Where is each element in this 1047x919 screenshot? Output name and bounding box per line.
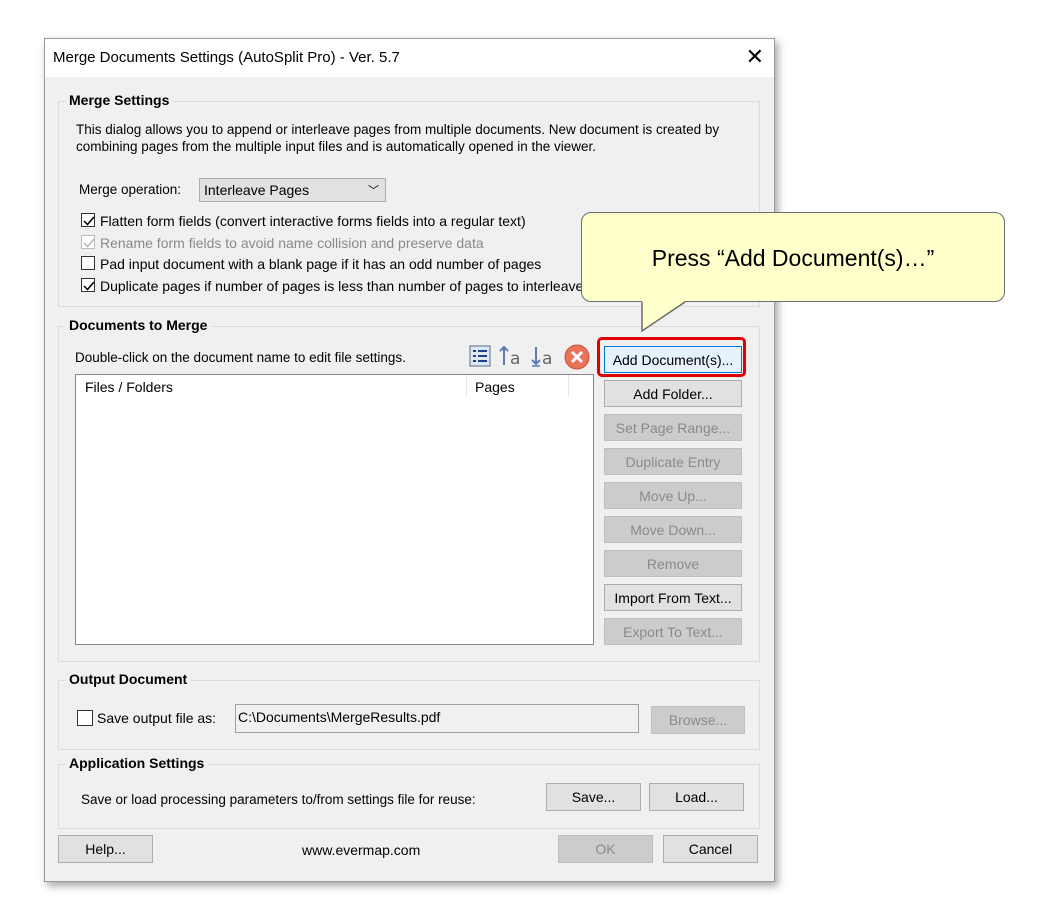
title-bar: Merge Documents Settings (AutoSplit Pro)… xyxy=(45,39,774,77)
browse-button[interactable]: Browse... xyxy=(651,706,745,734)
callout-pointer xyxy=(641,301,686,333)
list-icon[interactable] xyxy=(468,344,492,368)
move-up-button[interactable]: Move Up... xyxy=(604,482,742,509)
svg-text:a: a xyxy=(510,349,520,368)
clear-icon[interactable] xyxy=(564,344,590,370)
flatten-form-fields-checkbox[interactable] xyxy=(81,213,95,227)
pad-blank-page-label: Pad input document with a blank page if … xyxy=(100,256,542,272)
duplicate-entry-button[interactable]: Duplicate Entry xyxy=(604,448,742,475)
save-output-checkbox[interactable] xyxy=(77,710,93,726)
merge-description-line1: This dialog allows you to append or inte… xyxy=(76,122,720,137)
instruction-callout: Press “Add Document(s)…” xyxy=(581,212,1005,302)
duplicate-pages-checkbox[interactable] xyxy=(81,278,95,292)
flatten-form-fields-label: Flatten form fields (convert interactive… xyxy=(100,213,526,229)
website-link[interactable]: www.evermap.com xyxy=(302,842,420,858)
output-path-value: C:\Documents\MergeResults.pdf xyxy=(238,709,441,725)
pad-blank-page-checkbox[interactable] xyxy=(81,256,95,270)
sort-ascending-icon[interactable]: a xyxy=(499,344,523,369)
column-header-pages[interactable]: Pages xyxy=(475,379,515,395)
documents-title: Documents to Merge xyxy=(65,317,212,333)
column-header-files[interactable]: Files / Folders xyxy=(85,379,173,395)
ok-button[interactable]: OK xyxy=(558,835,653,863)
documents-hint: Double-click on the document name to edi… xyxy=(75,350,406,365)
column-separator xyxy=(466,375,467,397)
move-down-button[interactable]: Move Down... xyxy=(604,516,742,543)
callout-text: Press “Add Document(s)…” xyxy=(651,245,935,271)
export-to-text-button[interactable]: Export To Text... xyxy=(604,618,742,645)
add-documents-highlight xyxy=(597,337,746,377)
column-separator xyxy=(568,375,569,397)
app-settings-group: Application Settings Save or load proces… xyxy=(58,755,760,829)
load-settings-button[interactable]: Load... xyxy=(649,783,744,811)
app-settings-title: Application Settings xyxy=(65,755,209,771)
cancel-button[interactable]: Cancel xyxy=(663,835,758,863)
add-folder-button[interactable]: Add Folder... xyxy=(604,380,742,407)
checkmark-icon xyxy=(83,281,95,291)
output-path-field[interactable]: C:\Documents\MergeResults.pdf xyxy=(235,704,639,733)
save-output-label: Save output file as: xyxy=(97,710,217,726)
merge-settings-dialog: Merge Documents Settings (AutoSplit Pro)… xyxy=(44,38,775,882)
documents-list[interactable]: Files / Folders Pages xyxy=(75,374,594,645)
import-from-text-button[interactable]: Import From Text... xyxy=(604,584,742,611)
svg-text:a: a xyxy=(542,349,552,368)
sort-descending-icon[interactable]: a xyxy=(531,344,555,369)
rename-form-fields-checkbox xyxy=(81,235,95,249)
merge-operation-value: Interleave Pages xyxy=(204,182,310,198)
checkmark-icon xyxy=(83,216,95,226)
rename-form-fields-label: Rename form fields to avoid name collisi… xyxy=(100,235,484,251)
output-title: Output Document xyxy=(65,671,192,687)
merge-operation-select[interactable]: Interleave Pages ﹀ xyxy=(199,178,386,202)
remove-button[interactable]: Remove xyxy=(604,550,742,577)
merge-operation-label: Merge operation: xyxy=(79,182,182,197)
close-icon[interactable]: ✕ xyxy=(746,45,764,69)
duplicate-pages-label: Duplicate pages if number of pages is le… xyxy=(100,278,584,294)
merge-description-line2: combining pages from the multiple input … xyxy=(76,139,597,154)
dialog-title: Merge Documents Settings (AutoSplit Pro)… xyxy=(53,49,400,66)
checkmark-icon xyxy=(83,238,95,248)
chevron-down-icon: ﹀ xyxy=(368,185,379,197)
merge-settings-title: Merge Settings xyxy=(65,92,174,108)
help-button[interactable]: Help... xyxy=(58,835,153,863)
save-settings-button[interactable]: Save... xyxy=(546,783,641,811)
set-page-range-button[interactable]: Set Page Range... xyxy=(604,414,742,441)
output-group: Output Document Save output file as: C:\… xyxy=(58,671,760,750)
app-settings-description: Save or load processing parameters to/fr… xyxy=(81,792,476,807)
